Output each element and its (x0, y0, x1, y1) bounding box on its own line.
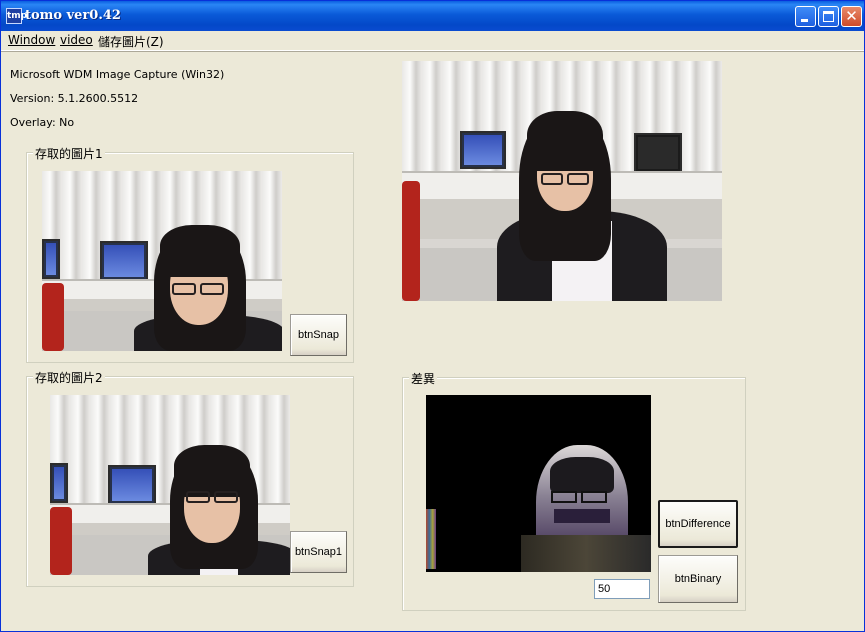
window-title: tomo ver0.42 (25, 8, 121, 23)
driver-info: Microsoft WDM Image Capture (Win32) (10, 68, 225, 81)
title-bar[interactable]: tmp tomo ver0.42 ✕ (1, 1, 864, 31)
maximize-button[interactable] (818, 6, 839, 27)
snap-button[interactable]: btnSnap (290, 314, 347, 356)
difference-button[interactable]: btnDifference (658, 500, 738, 548)
snap1-button[interactable]: btnSnap1 (290, 531, 347, 573)
menu-video[interactable]: video (60, 33, 93, 47)
capture2-label: 存取的圖片2 (33, 369, 105, 386)
capture1-image (42, 171, 282, 351)
maximize-icon (823, 11, 834, 22)
live-preview-image (402, 61, 722, 301)
binary-button[interactable]: btnBinary (658, 555, 738, 603)
overlay-info: Overlay: No (10, 116, 75, 129)
version-info: Version: 5.1.2600.5512 (10, 92, 139, 105)
app-window: tmp tomo ver0.42 ✕ Window video 儲存圖片(Z) … (0, 0, 865, 632)
capture1-label: 存取的圖片1 (33, 145, 105, 162)
close-button[interactable]: ✕ (841, 6, 862, 27)
close-icon: ✕ (845, 7, 858, 25)
menu-window[interactable]: Window (8, 33, 55, 47)
minimize-icon (801, 19, 808, 22)
app-icon[interactable]: tmp (6, 8, 27, 24)
menu-save-image[interactable]: 儲存圖片(Z) (98, 33, 164, 50)
difference-image (426, 395, 651, 572)
minimize-button[interactable] (795, 6, 816, 27)
capture2-image (50, 395, 290, 575)
difference-label: 差異 (409, 370, 438, 387)
menu-bar: Window video 儲存圖片(Z) (1, 31, 864, 51)
threshold-input[interactable] (594, 579, 650, 599)
